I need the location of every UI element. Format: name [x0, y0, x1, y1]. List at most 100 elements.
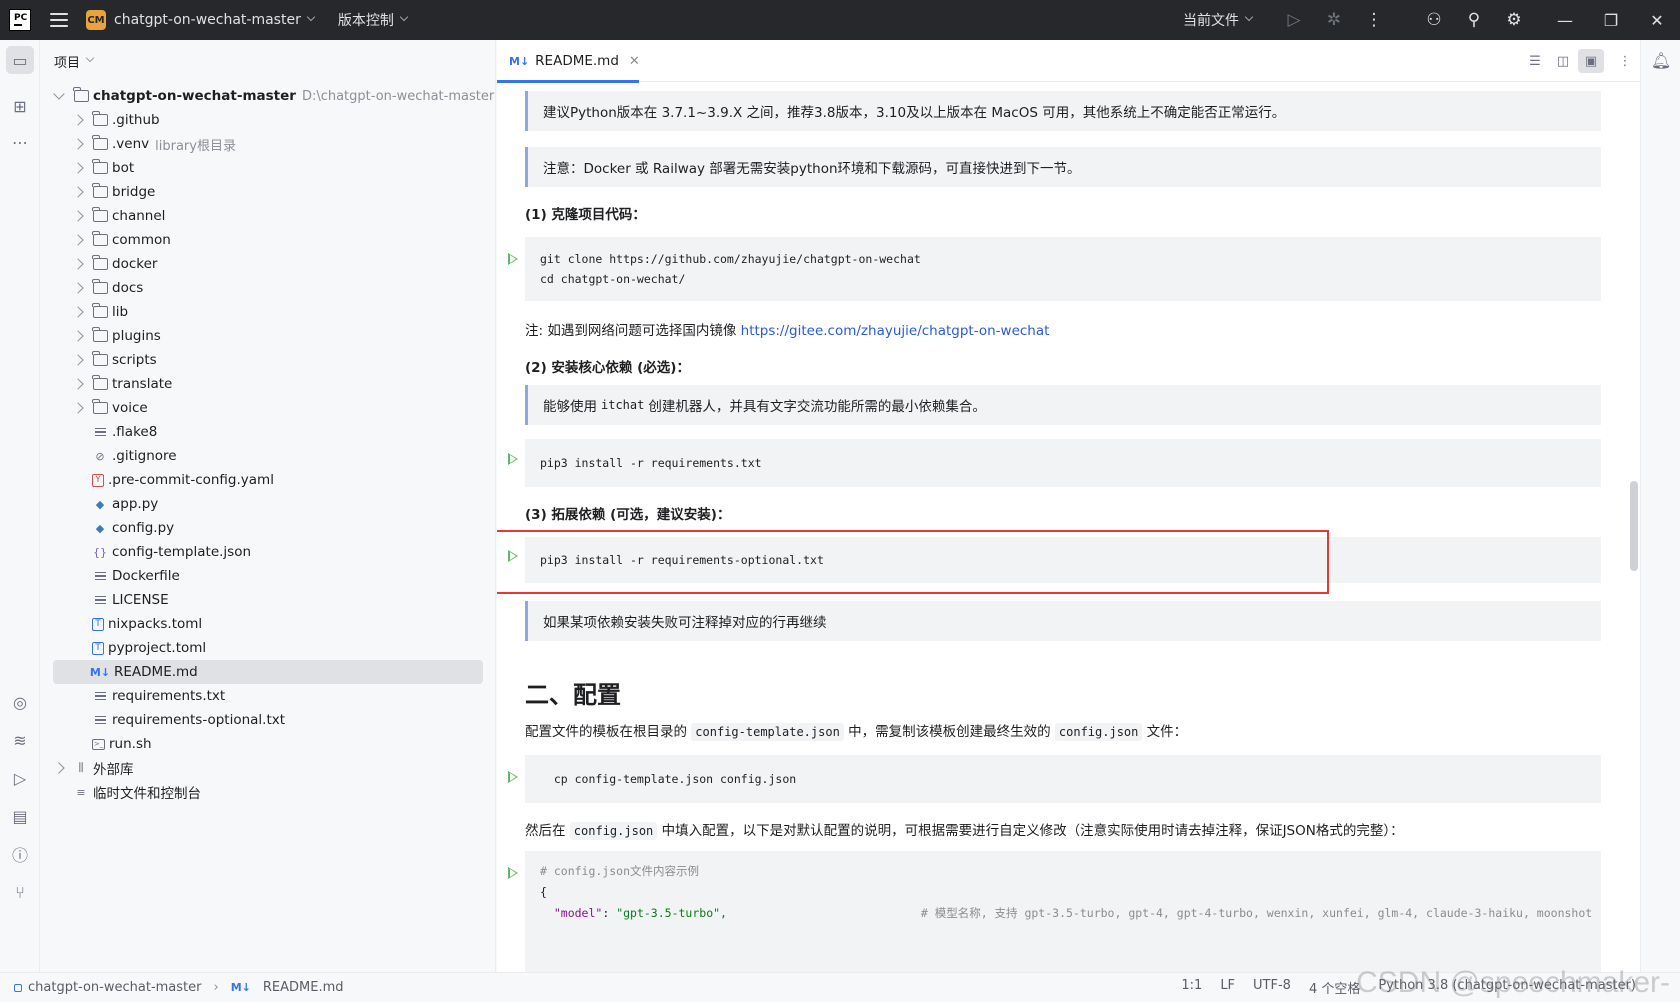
add-user-icon[interactable]: ⚇ [1414, 0, 1454, 40]
tree-item-requirements[interactable]: requirements.txt [92, 684, 225, 708]
expand-arrow-icon[interactable] [72, 354, 84, 366]
run-gutter-icon[interactable] [508, 453, 518, 465]
tree-item-voice[interactable]: voice [72, 396, 148, 420]
line-separator[interactable]: LF [1220, 978, 1235, 997]
tree-item-venv[interactable]: .venv library根目录 [72, 132, 236, 156]
split-view-icon[interactable]: ◫ [1550, 49, 1576, 73]
terminal-icon[interactable]: ▤ [6, 802, 34, 830]
gitee-link[interactable]: https://gitee.com/zhayujie/chatgpt-on-we… [741, 323, 1050, 339]
more-tools-icon[interactable]: ⋯ [6, 128, 34, 156]
expand-arrow-icon[interactable] [72, 378, 84, 390]
tree-item-plugins[interactable]: plugins [72, 324, 161, 348]
run-config-selector[interactable]: 当前文件 [1183, 10, 1254, 30]
run-gutter-icon[interactable] [508, 253, 518, 265]
preview-only-view-icon[interactable]: ▣ [1578, 49, 1604, 73]
root-folder-path: D:\chatgpt-on-wechat-master [301, 88, 495, 104]
run-icon[interactable]: ▷ [1274, 0, 1314, 40]
tree-item-bridge[interactable]: bridge [72, 180, 155, 204]
tree-item-translate[interactable]: translate [72, 372, 172, 396]
layers-icon[interactable]: ≋ [6, 726, 34, 754]
run-gutter-icon[interactable] [508, 771, 518, 783]
problems-icon[interactable]: ⓘ [6, 840, 34, 868]
settings-gear-icon[interactable]: ⚙ [1494, 0, 1534, 40]
notifications-bell-icon[interactable]: 🔔︎ [1647, 46, 1675, 74]
markdown-file-icon: M↓ [509, 54, 530, 68]
minimize-button[interactable]: — [1542, 0, 1588, 40]
editor-more-icon[interactable]: ⋮ [1612, 49, 1638, 73]
tree-item-pyproject[interactable]: Tpyproject.toml [92, 636, 206, 660]
tree-item-docker[interactable]: docker [72, 252, 157, 276]
structure-icon[interactable]: ⊞ [6, 92, 34, 120]
tree-item-lib[interactable]: lib [72, 300, 128, 324]
project-switcher[interactable]: chatgpt-on-wechat-master [106, 12, 316, 28]
git-branch-icon[interactable]: ⑂ [6, 878, 34, 906]
tree-item-common[interactable]: common [72, 228, 171, 252]
tree-item-label: .github [112, 112, 160, 128]
tree-item-run-sh[interactable]: >_ run.sh [92, 732, 152, 756]
tree-item-github[interactable]: .github [72, 108, 160, 132]
tree-item-label: requirements.txt [112, 688, 226, 704]
expand-arrow-icon[interactable] [72, 402, 84, 414]
heading-clone: (1) 克隆项目代码： [525, 207, 646, 223]
expand-arrow-icon[interactable] [53, 762, 65, 774]
vcs-menu[interactable]: 版本控制 [338, 10, 409, 30]
json-file-icon: {} [93, 545, 107, 559]
tree-item-requirements-optional[interactable]: requirements-optional.txt [92, 708, 285, 732]
tree-item-scripts[interactable]: scripts [72, 348, 157, 372]
vertical-scrollbar[interactable] [1628, 83, 1640, 972]
breadcrumb-root[interactable]: chatgpt-on-wechat-master [28, 980, 201, 995]
search-icon[interactable]: ⚲ [1454, 0, 1494, 40]
caret-position[interactable]: 1:1 [1181, 978, 1202, 997]
expand-arrow-icon[interactable] [72, 114, 84, 126]
expand-arrow-icon[interactable] [72, 234, 84, 246]
tree-item-app-py[interactable]: ◆ app.py [92, 492, 159, 516]
editor-only-view-icon[interactable]: ☰ [1522, 49, 1548, 73]
expand-arrow-icon[interactable] [53, 88, 65, 100]
editor-tab-bar: M↓ README.md ✕ ☰ ◫ ▣ ⋮ [497, 40, 1640, 83]
tree-item-nixpacks[interactable]: Tnixpacks.toml [92, 612, 202, 636]
main-menu-icon[interactable] [50, 13, 68, 27]
breadcrumb-file[interactable]: README.md [263, 980, 344, 995]
close-tab-icon[interactable]: ✕ [629, 54, 640, 69]
tree-item-docs[interactable]: docs [72, 276, 143, 300]
tree-item-license[interactable]: LICENSE [92, 588, 169, 612]
tab-readme[interactable]: M↓ README.md ✕ [497, 40, 640, 83]
project-panel-header[interactable]: 项目 [40, 40, 495, 82]
expand-arrow-icon[interactable] [72, 258, 84, 270]
scrollbar-thumb[interactable] [1630, 481, 1638, 571]
tree-item-bot[interactable]: bot [72, 156, 134, 180]
project-badge-icon[interactable]: CM [86, 10, 106, 30]
tree-item-config-template[interactable]: {} config-template.json [92, 540, 251, 564]
maximize-button[interactable]: ❐ [1588, 0, 1634, 40]
services-icon[interactable]: ▷ [6, 764, 34, 792]
project-folder-icon[interactable]: ▭ [6, 46, 34, 74]
tree-item-channel[interactable]: channel [72, 204, 165, 228]
text-file-icon [92, 593, 108, 607]
debug-icon[interactable]: ✲ [1314, 0, 1354, 40]
expand-arrow-icon[interactable] [72, 306, 84, 318]
more-icon[interactable]: ⋮ [1354, 0, 1394, 40]
tree-item-precommit[interactable]: Y .pre-commit-config.yaml [92, 468, 274, 492]
tree-item-config-py[interactable]: ◆ config.py [92, 516, 174, 540]
tree-item-readme[interactable]: M↓ README.md [53, 660, 483, 684]
python-packages-icon[interactable]: ◎ [6, 688, 34, 716]
run-gutter-icon[interactable] [508, 867, 518, 879]
expand-arrow-icon[interactable] [72, 138, 84, 150]
expand-arrow-icon[interactable] [72, 210, 84, 222]
close-window-button[interactable]: ✕ [1634, 0, 1680, 40]
expand-arrow-icon[interactable] [72, 162, 84, 174]
indent-setting[interactable]: 4 个空格 [1309, 978, 1360, 997]
folder-icon [92, 231, 108, 247]
tree-item-gitignore[interactable]: ⊘ .gitignore [92, 444, 176, 468]
tree-item-label: common [112, 232, 171, 248]
expand-arrow-icon[interactable] [72, 330, 84, 342]
tree-item-dockerfile[interactable]: Dockerfile [92, 564, 180, 588]
tree-item-flake8[interactable]: .flake8 [92, 420, 157, 444]
expand-arrow-icon[interactable] [72, 282, 84, 294]
tree-item-external-libs[interactable]: ⫼ 外部库 [53, 756, 134, 780]
tree-root[interactable]: chatgpt-on-wechat-master D:\chatgpt-on-w… [53, 84, 495, 108]
library-icon: ⫼ [78, 761, 84, 774]
expand-arrow-icon[interactable] [72, 186, 84, 198]
file-encoding[interactable]: UTF-8 [1253, 978, 1291, 997]
tree-item-scratches[interactable]: ≡ 临时文件和控制台 [73, 780, 201, 804]
